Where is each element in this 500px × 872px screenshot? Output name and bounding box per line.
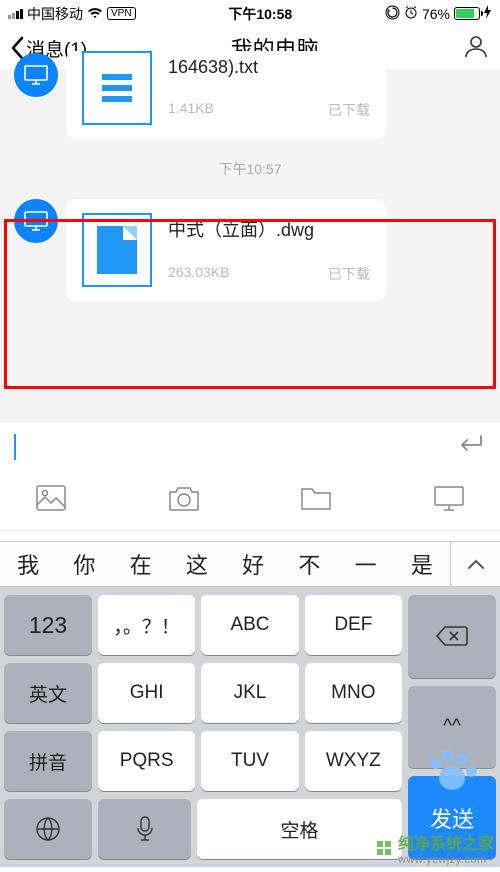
candidate[interactable]: 是 (394, 548, 450, 580)
avatar (14, 199, 58, 243)
key-mic[interactable] (98, 799, 191, 859)
key-wxyz[interactable]: WXYZ (305, 731, 402, 791)
file-status: 已下载 (328, 264, 370, 284)
signal-icon (8, 9, 23, 19)
file-status: 已下载 (328, 100, 370, 120)
file-bubble: 中式（立面）.dwg 263.03KB 已下载 (66, 199, 386, 301)
key-ghi[interactable]: GHI (98, 663, 195, 723)
watermark-text: 纯净系统之家 (398, 836, 494, 853)
screen-icon[interactable] (434, 485, 464, 516)
file-size: 1.41KB (168, 100, 214, 120)
carrier-label: 中国移动 (27, 4, 83, 24)
key-emoji[interactable]: ^^ (408, 686, 496, 769)
file-name: 中式（立面）.dwg (168, 216, 370, 242)
key-123[interactable]: 123 (4, 595, 92, 655)
key-pinyin[interactable]: 拼音 (4, 731, 92, 791)
candidate[interactable]: 不 (281, 548, 337, 580)
watermark-logo-icon (376, 840, 392, 856)
avatar (14, 53, 58, 97)
candidate[interactable]: 我 (0, 548, 56, 580)
file-thumb-icon (82, 51, 152, 125)
folder-icon[interactable] (301, 485, 331, 516)
candidate[interactable]: 你 (56, 548, 112, 580)
gallery-icon[interactable] (36, 485, 66, 516)
status-time: 下午10:58 (228, 4, 292, 24)
camera-icon[interactable] (169, 485, 199, 516)
battery-pct: 76% (422, 6, 450, 22)
key-punct[interactable]: ，。？！ (98, 595, 195, 655)
file-bubble: 164638).txt 1.41KB 已下载 (66, 51, 386, 139)
candidate[interactable]: 好 (225, 548, 281, 580)
vpn-badge: VPN (107, 7, 136, 20)
battery-icon (454, 7, 480, 20)
keyboard: 123 英文 拼音 ，。？！ ABC DEF GHI JKL MNO PQRS … (0, 587, 500, 867)
newline-icon[interactable] (456, 432, 486, 461)
expand-candidates-button[interactable] (450, 542, 500, 586)
charging-icon (484, 5, 492, 22)
message-input[interactable] (28, 431, 444, 463)
key-jkl[interactable]: JKL (201, 663, 298, 723)
alarm-icon (404, 5, 418, 22)
chat-area: 164638).txt 1.41KB 已下载 下午10:57 中式（立面）.dw… (0, 69, 500, 421)
status-bar: 中国移动 VPN 下午10:58 76% (0, 0, 500, 27)
key-tuv[interactable]: TUV (201, 731, 298, 791)
candidate-bar: 我 你 在 这 好 不 一 是 (0, 541, 500, 587)
chat-timestamp: 下午10:57 (0, 147, 500, 181)
site-watermark: 纯净系统之家 www.ycwjzy.com (376, 830, 494, 866)
key-backspace[interactable] (408, 595, 496, 678)
watermark-url: www.ycwjzy.com (398, 854, 494, 866)
candidate[interactable]: 在 (113, 548, 169, 580)
wifi-icon (87, 6, 103, 22)
message-input-bar (0, 421, 500, 471)
file-name: 164638).txt (168, 57, 370, 78)
text-caret (14, 434, 16, 460)
key-english[interactable]: 英文 (4, 663, 92, 723)
profile-button[interactable] (462, 32, 490, 65)
file-size: 263.03KB (168, 264, 230, 284)
candidate[interactable]: 一 (338, 548, 394, 580)
key-pqrs[interactable]: PQRS (98, 731, 195, 791)
candidate[interactable]: 这 (169, 548, 225, 580)
key-mno[interactable]: MNO (305, 663, 402, 723)
key-space[interactable]: 空格 (197, 799, 402, 859)
key-def[interactable]: DEF (305, 595, 402, 655)
message-row[interactable]: 164638).txt 1.41KB 已下载 (0, 73, 500, 147)
file-thumb-icon (82, 213, 152, 287)
message-row[interactable]: 中式（立面）.dwg 263.03KB 已下载 (0, 181, 500, 309)
attachment-toolbar (0, 471, 500, 531)
key-abc[interactable]: ABC (201, 595, 298, 655)
rotation-lock-icon (385, 5, 400, 23)
key-globe[interactable] (4, 799, 92, 859)
